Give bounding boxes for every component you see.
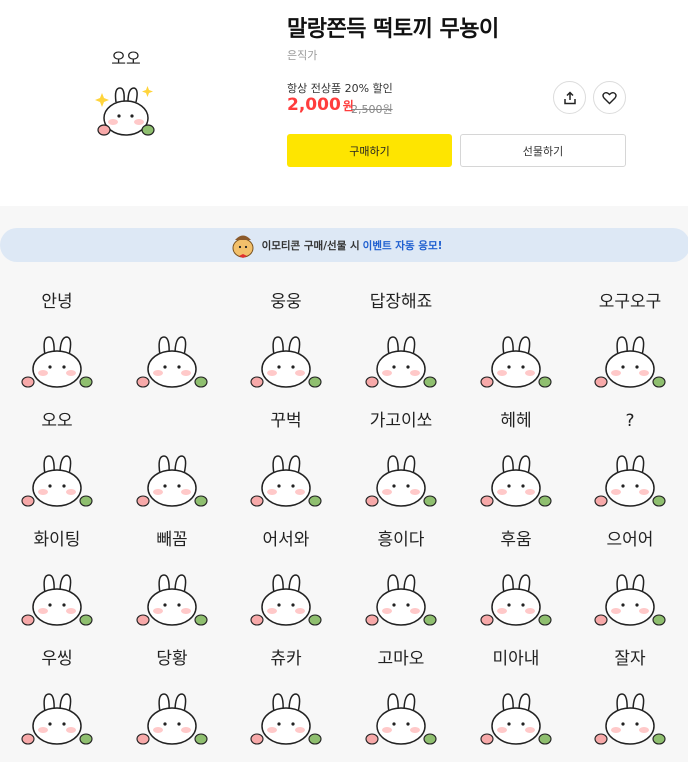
sticker-item-14[interactable]: 빼꼼 [115,515,230,635]
sticker-item-3[interactable]: 웅웅 [229,277,344,397]
sticker-caption: 안녕 [41,292,72,312]
bunny-illustration [365,455,437,507]
sticker-caption: 빼꼼 [156,530,187,550]
sticker-caption: 웅웅 [270,292,301,312]
bunny-illustration [480,574,552,626]
banner-highlight: 이벤트 자동 응모! [362,239,443,252]
bunny-illustration [21,336,93,388]
sticker-item-10[interactable]: 가고이쏘 [344,396,459,516]
sticker-caption: 후움 [500,530,531,550]
sticker-caption: 꾸벅 [270,411,301,431]
like-button[interactable] [593,81,626,114]
sticker-caption: 흥이다 [378,530,425,550]
sticker-caption: 우씽 [41,649,72,669]
original-price: 2,500원 [351,103,393,116]
sticker-caption: 당황 [156,649,187,669]
sticker-item-23[interactable]: 미아내 [459,634,574,754]
sticker-item-11[interactable]: 헤헤 [459,396,574,516]
author-link[interactable]: 은직가 [287,47,317,63]
sticker-item-24[interactable]: 잘자 [573,634,688,754]
bunny-illustration [594,693,666,745]
sticker-caption: ? [625,411,634,431]
sticker-item-22[interactable]: 고마오 [344,634,459,754]
bunny-illustration [480,693,552,745]
sticker-caption: 답장해죠 [370,292,433,312]
bunny-illustration [250,336,322,388]
sticker-item-20[interactable]: 당황 [115,634,230,754]
product-thumbnail: 오오 [94,40,158,150]
gift-button[interactable]: 선물하기 [460,134,626,167]
sticker-item-8[interactable] [115,396,230,516]
sticker-item-16[interactable]: 흥이다 [344,515,459,635]
sticker-caption: 화이팅 [34,530,81,550]
product-title: 말랑쫀득 떡토끼 무뇽이 [287,17,499,42]
bunny-illustration [594,455,666,507]
mascot-icon [232,235,254,258]
sticker-item-7[interactable]: 오오 [0,396,115,516]
price: 2,000 원 [287,95,354,115]
sticker-item-19[interactable]: 우씽 [0,634,115,754]
share-button[interactable] [553,81,586,114]
bunny-illustration [594,574,666,626]
bunny-illustration [136,336,208,388]
sticker-item-21[interactable]: 츄카 [229,634,344,754]
heart-icon [602,91,617,104]
sticker-caption: 오구오구 [599,292,662,312]
sticker-item-18[interactable]: 으어어 [573,515,688,635]
sticker-caption: 츄카 [270,649,302,669]
sticker-caption: 고마오 [378,649,425,669]
bunny-illustration [365,336,437,388]
sticker-item-1[interactable]: 안녕 [0,277,115,397]
banner-text: 이모티콘 구매/선물 시 [261,239,360,252]
sticker-item-6[interactable]: 오구오구 [573,277,688,397]
bunny-illustration [21,693,93,745]
bunny-illustration [250,455,322,507]
bunny-illustration [136,693,208,745]
bunny-illustration [21,574,93,626]
bunny-illustration [594,336,666,388]
sticker-caption: 미아내 [493,649,540,669]
sticker-item-13[interactable]: 화이팅 [0,515,115,635]
bunny-illustration [480,455,552,507]
sticker-item-12[interactable]: ? [573,396,688,516]
thumbnail-caption: 오오 [111,49,140,68]
sticker-item-15[interactable]: 어서와 [229,515,344,635]
event-banner[interactable]: 이모티콘 구매/선물 시 이벤트 자동 응모! [0,228,688,262]
bunny-illustration [136,574,208,626]
bunny-illustration [250,693,322,745]
share-icon [563,90,576,104]
sticker-item-5[interactable] [459,277,574,397]
sticker-caption: 으어어 [607,530,654,550]
sticker-caption: 가고이쏘 [370,411,433,431]
bunny-illustration [365,574,437,626]
bunny-illustration [480,336,552,388]
sticker-caption: 어서와 [263,530,310,550]
sticker-item-4[interactable]: 답장해죠 [344,277,459,397]
sticker-item-17[interactable]: 후움 [459,515,574,635]
product-header: 오오 말랑쫀득 떡토끼 무뇽이 은직가 항상 전상품 20% 할인 2,000 원… [0,0,688,200]
bunny-illustration [21,455,93,507]
sticker-item-9[interactable]: 꾸벅 [229,396,344,516]
promo-text: 항상 전상품 20% 할인 [287,82,393,95]
bunny-illustration [365,693,437,745]
bunny-illustration [250,574,322,626]
buy-button[interactable]: 구매하기 [287,134,452,167]
sticker-caption: 오오 [41,411,72,431]
sticker-caption: 잘자 [614,649,646,669]
price-value: 2,000 [287,95,341,115]
sticker-caption: 헤헤 [500,411,531,431]
sticker-item-2[interactable] [115,277,230,397]
bunny-illustration [136,455,208,507]
